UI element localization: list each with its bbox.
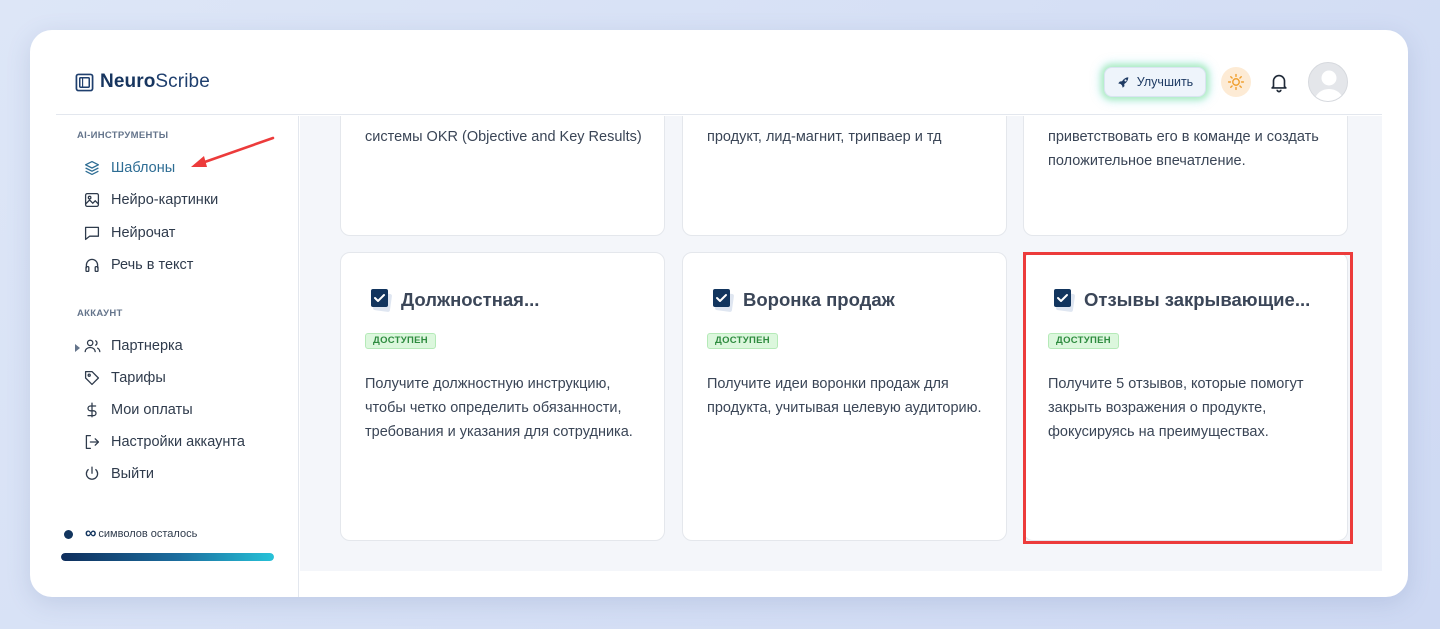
sidebar-item-payments[interactable]: Мои оплаты xyxy=(83,398,193,422)
annotation-highlight-frame xyxy=(1023,252,1353,544)
section-title-account: АККАУНТ xyxy=(77,308,123,319)
expand-caret-icon[interactable] xyxy=(75,344,80,352)
chat-icon xyxy=(83,224,101,242)
layers-icon xyxy=(83,159,101,177)
image-icon xyxy=(83,191,101,209)
checklist-icon xyxy=(371,289,392,312)
template-card-products[interactable]: продукт, лид-магнит, трипваер и тд xyxy=(682,116,1007,236)
logo[interactable]: NeuroScribe xyxy=(75,71,210,93)
card-description: продукт, лид-магнит, трипваер и тд xyxy=(707,129,942,145)
quota-dot xyxy=(64,529,73,539)
symbol-quota: ∞ символов осталось xyxy=(64,525,198,542)
avatar[interactable] xyxy=(1308,62,1348,102)
sidebar-item-speech-to-text[interactable]: Речь в текст xyxy=(83,253,193,277)
users-icon xyxy=(83,337,101,355)
upgrade-label: Улучшить xyxy=(1136,75,1194,89)
quota-infinity: ∞ xyxy=(85,525,97,542)
dollar-icon xyxy=(83,401,101,419)
card-description: системы OKR (Objective and Key Results) xyxy=(365,129,642,145)
logo-text: NeuroScribe xyxy=(100,71,210,92)
top-header: NeuroScribe Улучшить xyxy=(56,30,1382,115)
sidebar-item-templates[interactable]: Шаблоны xyxy=(83,156,175,180)
power-icon xyxy=(83,465,101,483)
sun-icon xyxy=(1227,73,1245,91)
card-title: Должностная... xyxy=(401,289,540,310)
sidebar-item-neuro-images[interactable]: Нейро-картинки xyxy=(83,188,218,212)
sidebar-item-partner[interactable]: Партнерка xyxy=(83,334,183,358)
logout-arrow-icon xyxy=(83,433,101,451)
template-card-job-description[interactable]: Должностная... ДОСТУПЕН Получите должнос… xyxy=(340,252,665,541)
template-card-sales-funnel[interactable]: Воронка продаж ДОСТУПЕН Получите идеи во… xyxy=(682,252,1007,541)
quota-text: символов осталось xyxy=(98,528,198,540)
upgrade-button[interactable]: Улучшить xyxy=(1104,67,1206,97)
card-title: Воронка продаж xyxy=(743,289,895,310)
status-badge: ДОСТУПЕН xyxy=(707,333,778,349)
checklist-icon xyxy=(713,289,734,312)
sidebar-item-logout[interactable]: Выйти xyxy=(83,462,154,486)
user-avatar-icon xyxy=(1314,70,1344,101)
section-title-tools: AI-ИНСТРУМЕНТЫ xyxy=(77,130,169,141)
card-description: Получите идеи воронки продаж для продукт… xyxy=(707,376,982,416)
logo-icon xyxy=(75,73,94,91)
template-card-onboarding[interactable]: приветствовать его в команде и создать п… xyxy=(1023,116,1348,236)
tag-icon xyxy=(83,369,101,387)
card-description: приветствовать его в команде и создать п… xyxy=(1048,129,1319,169)
headphones-icon xyxy=(83,256,101,274)
theme-toggle[interactable] xyxy=(1221,67,1251,97)
sidebar-item-neurochat[interactable]: Нейрочат xyxy=(83,221,175,245)
quota-progress-bar xyxy=(61,553,274,561)
status-badge: ДОСТУПЕН xyxy=(365,333,436,349)
template-card-okr[interactable]: системы OKR (Objective and Key Results) xyxy=(340,116,665,236)
card-description: Получите должностную инструкцию, чтобы ч… xyxy=(365,376,633,440)
quota-progress-fill xyxy=(61,553,274,561)
sidebar-item-tariffs[interactable]: Тарифы xyxy=(83,366,166,390)
sidebar-item-account-settings[interactable]: Настройки аккаунта xyxy=(83,430,245,454)
annotation-arrow xyxy=(191,136,275,167)
sidebar: AI-ИНСТРУМЕНТЫ Шаблоны Нейро-картинки Не… xyxy=(56,116,299,597)
rocket-icon xyxy=(1118,76,1129,88)
bell-icon[interactable] xyxy=(1268,71,1290,93)
